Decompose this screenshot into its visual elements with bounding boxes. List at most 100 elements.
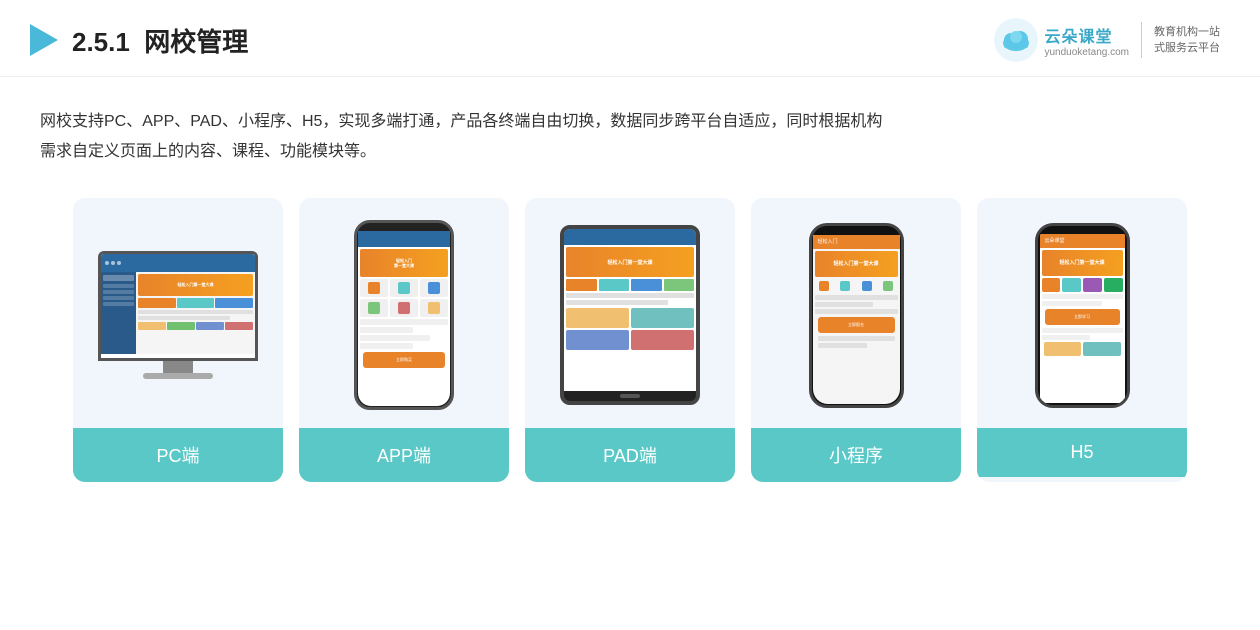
header-left: 2.5.1 网校管理 xyxy=(30,22,248,59)
h5-grid-item xyxy=(1042,278,1061,292)
header-right: 云朵课堂 yunduoketang.com 教育机构一站 式服务云平台 xyxy=(994,18,1220,62)
phone-screen-banner: 轻松入门第一堂大课 xyxy=(360,249,448,277)
cloud-icon xyxy=(994,18,1038,62)
pad-home-button xyxy=(620,394,640,398)
brand-name: 云朵课堂 xyxy=(1044,23,1129,47)
monitor-base xyxy=(143,373,213,379)
card-h5-label: H5 xyxy=(977,428,1187,477)
h5-row xyxy=(1042,335,1091,340)
mini-phone-banner: 轻松入门第一堂大课 xyxy=(815,251,898,277)
card-miniprogram-image: 轻松入门 轻松入门第一堂大课 xyxy=(751,198,961,428)
pad-mockup: 轻松入门第一堂大课 xyxy=(560,225,700,405)
screen-dot xyxy=(117,261,121,265)
monitor-screen-header xyxy=(101,254,255,272)
h5-phone-mockup: 云朵课堂 轻松入门第一堂大课 xyxy=(1035,223,1130,408)
card-pad-image: 轻松入门第一堂大课 xyxy=(525,198,735,428)
header: 2.5.1 网校管理 云朵课堂 yunduoketang.com xyxy=(0,0,1260,77)
content-row xyxy=(360,319,448,325)
content-row xyxy=(360,335,430,341)
mini-phone-mockup: 轻松入门 轻松入门第一堂大课 xyxy=(809,223,904,408)
monitor-screen: 轻松入门第一堂大课 xyxy=(101,254,255,358)
mini-grid-item xyxy=(836,279,855,293)
screen-dot xyxy=(111,261,115,265)
mini-phone-header: 轻松入门 xyxy=(813,235,900,249)
grid-item xyxy=(420,299,448,317)
grid-item xyxy=(360,279,388,297)
pad-screen: 轻松入门第一堂大课 xyxy=(564,229,696,391)
card-pc: 轻松入门第一堂大课 xyxy=(73,198,283,482)
monitor-stand xyxy=(163,361,193,373)
h5-grid xyxy=(1042,278,1123,292)
card-pad: 轻松入门第一堂大课 xyxy=(525,198,735,482)
h5-banner: 轻松入门第一堂大课 xyxy=(1042,250,1123,276)
title-text: 网校管理 xyxy=(144,27,248,57)
monitor-body: 轻松入门第一堂大课 xyxy=(98,251,258,361)
pad-grid-item xyxy=(566,279,597,291)
slogan-line1: 教育机构一站 xyxy=(1154,24,1220,41)
brand-slogan: 教育机构一站 式服务云平台 xyxy=(1154,24,1220,57)
phone-screen-grid xyxy=(360,279,448,317)
h5-row xyxy=(1042,328,1123,333)
page-container: 2.5.1 网校管理 云朵课堂 yunduoketang.com xyxy=(0,0,1260,630)
h5-row xyxy=(1042,301,1103,306)
grid-icon xyxy=(398,282,410,294)
h5-row xyxy=(1042,294,1123,299)
mini-phone-notch xyxy=(839,226,874,235)
screen-dot xyxy=(105,261,109,265)
mini-grid-item xyxy=(815,279,834,293)
grid-icon xyxy=(368,282,380,294)
mini-phone-screen: 轻松入门 轻松入门第一堂大课 xyxy=(813,235,900,404)
card-app-image: 轻松入门第一堂大课 xyxy=(299,198,509,428)
desc-line2: 需求自定义页面上的内容、课程、功能模块等。 xyxy=(40,143,376,160)
grid-item xyxy=(360,299,388,317)
phone-banner-text: 轻松入门第一堂大课 xyxy=(394,258,414,268)
card-pad-label: PAD端 xyxy=(525,428,735,482)
pad-grid-item xyxy=(631,279,662,291)
mini-phone-grid xyxy=(815,279,898,293)
card-app-label: APP端 xyxy=(299,428,509,482)
description-section: 网校支持PC、APP、PAD、小程序、H5，实现多端打通，产品各终端自由切换，数… xyxy=(0,77,1260,178)
h5-grid-item xyxy=(1083,278,1102,292)
content-row xyxy=(360,343,413,349)
mini-grid-item xyxy=(878,279,897,293)
card-pc-label: PC端 xyxy=(73,428,283,482)
content-row xyxy=(360,327,413,333)
brand-text: 云朵课堂 yunduoketang.com xyxy=(1044,23,1129,58)
desc-line1: 网校支持PC、APP、PAD、小程序、H5，实现多端打通，产品各终端自由切换，数… xyxy=(40,113,882,130)
phone-screen-header xyxy=(358,231,450,247)
slogan-line2: 式服务云平台 xyxy=(1154,40,1220,57)
pad-grid-item xyxy=(599,279,630,291)
mini-phone-rows: 立即报名 xyxy=(815,295,898,348)
grid-icon xyxy=(428,302,440,314)
grid-icon xyxy=(368,302,380,314)
brand-divider xyxy=(1141,22,1142,58)
card-h5: 云朵课堂 轻松入门第一堂大课 xyxy=(977,198,1187,482)
logo-triangle-icon xyxy=(30,24,58,56)
grid-icon xyxy=(428,282,440,294)
mini-grid-item xyxy=(857,279,876,293)
phone-screen: 轻松入门第一堂大课 xyxy=(358,231,450,406)
card-h5-image: 云朵课堂 轻松入门第一堂大课 xyxy=(977,198,1187,428)
pad-screen-grid xyxy=(566,279,694,291)
page-title: 2.5.1 网校管理 xyxy=(72,22,248,59)
grid-icon xyxy=(398,302,410,314)
card-miniprogram-label: 小程序 xyxy=(751,428,961,482)
h5-header: 云朵课堂 xyxy=(1040,234,1125,248)
description-text: 网校支持PC、APP、PAD、小程序、H5，实现多端打通，产品各终端自由切换，数… xyxy=(40,107,1220,168)
grid-item xyxy=(420,279,448,297)
h5-grid-item xyxy=(1062,278,1081,292)
brand-logo: 云朵课堂 yunduoketang.com 教育机构一站 式服务云平台 xyxy=(994,18,1220,62)
monitor-mockup: 轻松入门第一堂大课 xyxy=(98,251,258,379)
mini-grid-icon xyxy=(883,281,893,291)
h5-phone-screen: 云朵课堂 轻松入门第一堂大课 xyxy=(1040,234,1125,403)
card-miniprogram: 轻松入门 轻松入门第一堂大课 xyxy=(751,198,961,482)
brand-domain: yunduoketang.com xyxy=(1044,47,1129,58)
mini-grid-icon xyxy=(840,281,850,291)
grid-item xyxy=(390,279,418,297)
section-number: 2.5.1 xyxy=(72,27,130,57)
card-pc-image: 轻松入门第一堂大课 xyxy=(73,198,283,428)
h5-grid-item xyxy=(1104,278,1123,292)
pad-screen-header xyxy=(564,229,696,245)
grid-item xyxy=(390,299,418,317)
app-phone-mockup: 轻松入门第一堂大课 xyxy=(354,220,454,410)
